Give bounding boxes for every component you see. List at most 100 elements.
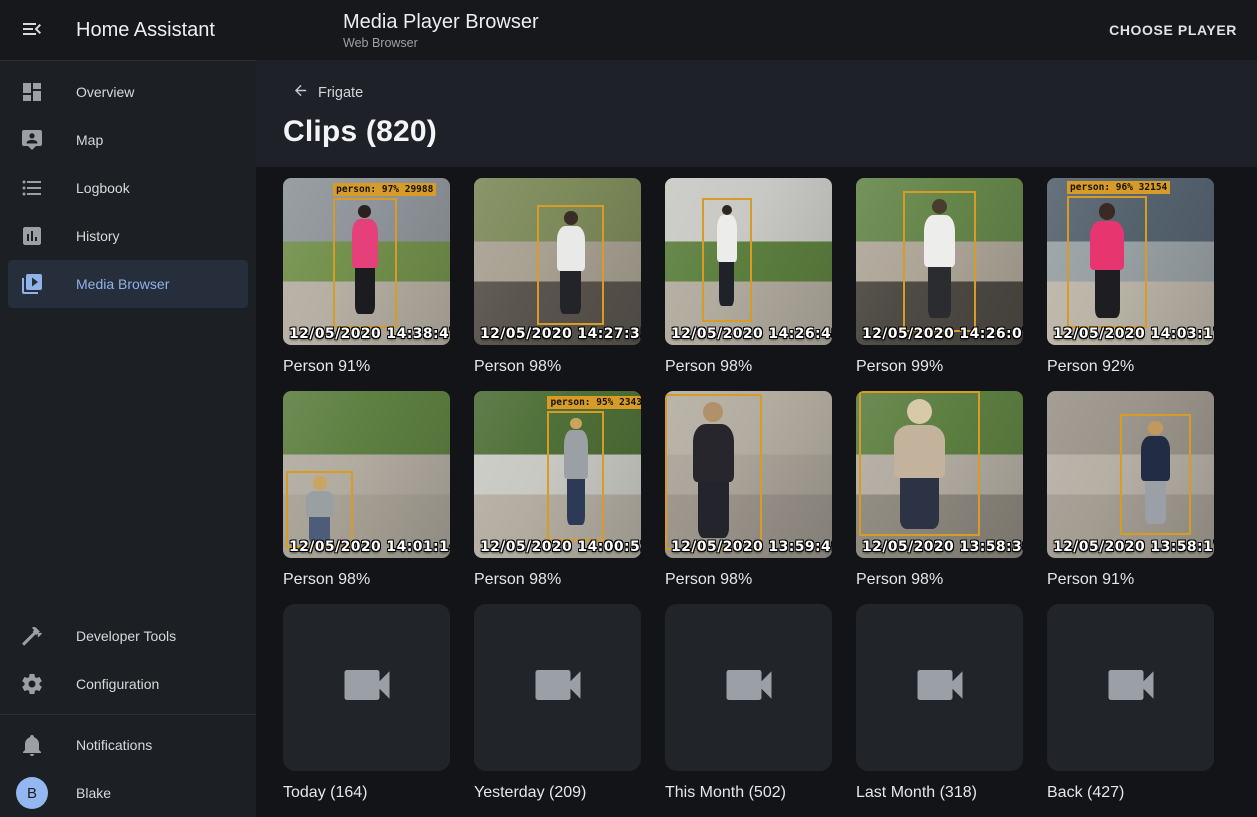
- clip-timestamp: 12/05/2020 14:03:17: [1053, 326, 1214, 342]
- clip-card[interactable]: 12/05/2020 14:01:14 Person 98%: [283, 391, 450, 589]
- clip-card[interactable]: 12/05/2020 13:58:17 Person 91%: [1047, 391, 1214, 589]
- folder-thumbnail: [283, 604, 450, 771]
- sidebar-item-label: Map: [76, 132, 103, 148]
- clip-timestamp: 12/05/2020 14:27:35: [480, 326, 641, 342]
- video-icon: [910, 655, 970, 720]
- folder-thumbnail: [474, 604, 641, 771]
- clip-card[interactable]: 12/05/2020 14:26:07 Person 99%: [856, 178, 1023, 376]
- clip-thumbnail: person: 96% 32154 12/05/2020 14:03:17: [1047, 178, 1214, 345]
- folder-title: Today (164): [283, 784, 450, 802]
- sidebar-divider: [0, 714, 256, 715]
- clip-title: Person 91%: [283, 358, 450, 376]
- breadcrumb[interactable]: Frigate: [283, 82, 363, 103]
- bell-icon: [20, 733, 44, 757]
- clip-card[interactable]: 12/05/2020 14:27:35 Person 98%: [474, 178, 641, 376]
- clip-thumbnail: 12/05/2020 13:59:49: [665, 391, 832, 558]
- sidebar-item-configuration[interactable]: Configuration: [8, 660, 248, 708]
- folder-card[interactable]: Back (427): [1047, 604, 1214, 802]
- avatar: B: [16, 777, 48, 809]
- clip-thumbnail: 12/05/2020 14:27:35: [474, 178, 641, 345]
- folder-title: This Month (502): [665, 784, 832, 802]
- clip-timestamp: 12/05/2020 13:59:49: [671, 539, 832, 555]
- sidebar-item-label: Configuration: [76, 676, 159, 692]
- clip-thumbnail: 12/05/2020 14:26:48: [665, 178, 832, 345]
- clip-card[interactable]: person: 96% 32154 12/05/2020 14:03:17 Pe…: [1047, 178, 1214, 376]
- detection-box: [702, 198, 752, 322]
- clip-card[interactable]: 12/05/2020 14:26:48 Person 98%: [665, 178, 832, 376]
- detection-box: [903, 191, 976, 331]
- hammer-icon: [20, 624, 44, 648]
- detection-box: [1067, 196, 1147, 328]
- clip-title: Person 99%: [856, 358, 1023, 376]
- clip-card[interactable]: 12/05/2020 13:59:49 Person 98%: [665, 391, 832, 589]
- clip-card[interactable]: person: 95% 23432 12/05/2020 14:00:52 Pe…: [474, 391, 641, 589]
- clip-title: Person 98%: [283, 571, 450, 589]
- folder-card[interactable]: Yesterday (209): [474, 604, 641, 802]
- sidebar-toggle-button[interactable]: [20, 18, 44, 42]
- folder-card[interactable]: This Month (502): [665, 604, 832, 802]
- clip-card[interactable]: person: 97% 29988 12/05/2020 14:38:47 Pe…: [283, 178, 450, 376]
- app-title: Home Assistant: [76, 19, 215, 42]
- detection-label: person: 95% 23432: [547, 396, 641, 409]
- clip-timestamp: 12/05/2020 14:26:07: [862, 326, 1023, 342]
- sidebar-item-label: Overview: [76, 84, 134, 100]
- clip-timestamp: 12/05/2020 14:38:47: [289, 326, 450, 342]
- clip-title: Person 98%: [665, 358, 832, 376]
- sidebar-item-label: Media Browser: [76, 276, 169, 292]
- breadcrumb-label: Frigate: [318, 85, 363, 101]
- sidebar-item-developer-tools[interactable]: Developer Tools: [8, 612, 248, 660]
- folder-card[interactable]: Today (164): [283, 604, 450, 802]
- detection-box: [1120, 414, 1190, 534]
- video-icon: [337, 655, 397, 720]
- clip-thumbnail: person: 97% 29988 12/05/2020 14:38:47: [283, 178, 450, 345]
- sidebar-item-label: Logbook: [76, 180, 130, 196]
- clip-timestamp: 12/05/2020 14:01:14: [289, 539, 450, 555]
- choose-player-button[interactable]: CHOOSE PLAYER: [1089, 12, 1257, 48]
- menu-open-icon: [20, 17, 44, 44]
- sidebar-item-label: Notifications: [76, 737, 152, 753]
- user-name: Blake: [76, 785, 111, 801]
- clip-timestamp: 12/05/2020 13:58:17: [1053, 539, 1214, 555]
- dashboard-icon: [20, 80, 44, 104]
- folder-thumbnail: [856, 604, 1023, 771]
- folder-title: Last Month (318): [856, 784, 1023, 802]
- clip-timestamp: 12/05/2020 13:58:30: [862, 539, 1023, 555]
- person-silhouette: [1132, 421, 1180, 528]
- person-silhouette: [680, 402, 747, 541]
- clip-title: Person 98%: [665, 571, 832, 589]
- detection-box: [537, 205, 604, 325]
- detection-label: person: 97% 29988: [333, 183, 436, 196]
- app-header: Home Assistant Media Player Browser Web …: [0, 0, 1257, 60]
- panel-title: Media Player Browser: [343, 10, 539, 34]
- clip-thumbnail: 12/05/2020 13:58:17: [1047, 391, 1214, 558]
- panel-subtitle: Web Browser: [343, 36, 539, 50]
- sidebar-item-user[interactable]: B Blake: [8, 769, 248, 817]
- gear-icon: [20, 672, 44, 696]
- detection-box: [286, 471, 353, 548]
- page-title: Clips (820): [283, 115, 1233, 149]
- folder-card[interactable]: Last Month (318): [856, 604, 1023, 802]
- sidebar-item-label: Developer Tools: [76, 628, 176, 644]
- person-silhouette: [1080, 203, 1135, 321]
- clip-thumbnail: person: 95% 23432 12/05/2020 14:00:52: [474, 391, 641, 558]
- clip-title: Person 98%: [474, 571, 641, 589]
- clip-card[interactable]: 12/05/2020 13:58:30 Person 98%: [856, 391, 1023, 589]
- folder-thumbnail: [1047, 604, 1214, 771]
- arrow-left-icon: [292, 82, 309, 103]
- folder-title: Yesterday (209): [474, 784, 641, 802]
- sidebar-item-notifications[interactable]: Notifications: [8, 721, 248, 769]
- person-silhouette: [710, 205, 743, 315]
- sidebar-item-logbook[interactable]: Logbook: [8, 164, 248, 212]
- sidebar-item-map[interactable]: Map: [8, 116, 248, 164]
- folder-thumbnail: [665, 604, 832, 771]
- sidebar-item-overview[interactable]: Overview: [8, 68, 248, 116]
- person-silhouette: [297, 476, 342, 543]
- clip-thumbnail: 12/05/2020 14:01:14: [283, 391, 450, 558]
- sidebar-item-history[interactable]: History: [8, 212, 248, 260]
- person-silhouette: [878, 399, 962, 529]
- detection-box: [333, 198, 396, 328]
- video-icon: [528, 655, 588, 720]
- clip-title: Person 91%: [1047, 571, 1214, 589]
- sidebar-spacer: [0, 308, 256, 612]
- sidebar-item-media-browser[interactable]: Media Browser: [8, 260, 248, 308]
